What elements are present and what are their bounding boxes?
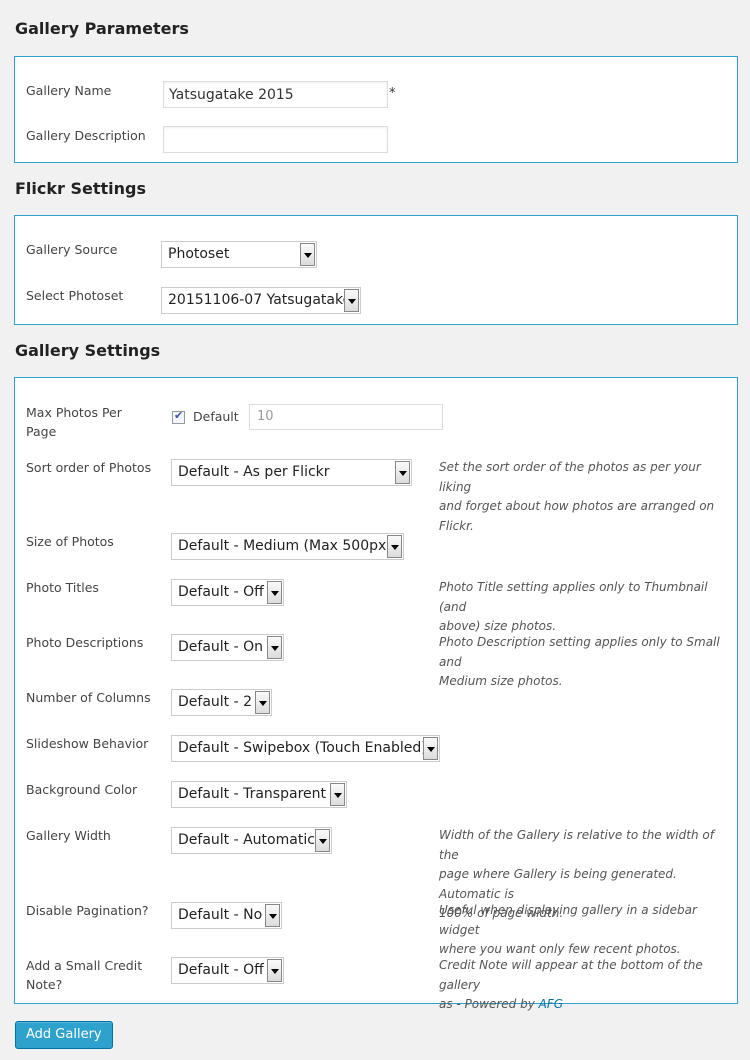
gallery-name-label: Gallery Name — [26, 83, 112, 98]
credit-note-label-line2: Note? — [26, 977, 63, 992]
chevron-down-icon — [267, 581, 282, 604]
max-photos-label-line2: Page — [26, 424, 57, 439]
photo-descriptions-value: Default - On — [178, 639, 263, 655]
sort-order-help: Set the sort order of the photos as per … — [439, 460, 715, 533]
sort-order-select[interactable]: Default - As per Flickr — [171, 459, 412, 486]
chevron-down-icon — [265, 904, 280, 927]
chevron-down-icon — [330, 783, 345, 806]
background-color-select[interactable]: Default - Transparent — [171, 781, 347, 808]
photo-titles-select[interactable]: Default - Off — [171, 579, 284, 606]
gallery-name-input[interactable] — [163, 81, 388, 108]
max-photos-input[interactable]: 10 — [249, 404, 443, 430]
chevron-down-icon — [315, 829, 330, 852]
gallery-width-label: Gallery Width — [26, 828, 111, 843]
chevron-down-icon — [387, 535, 402, 558]
chevron-down-icon — [267, 959, 282, 982]
chevron-down-icon — [255, 691, 270, 714]
disable-pagination-help: Useful when displaying gallery in a side… — [439, 903, 697, 956]
credit-note-select[interactable]: Default - Off — [171, 957, 284, 984]
photo-descriptions-select[interactable]: Default - On — [171, 634, 284, 661]
photo-titles-help: Photo Title setting applies only to Thum… — [439, 580, 708, 633]
disable-pagination-select[interactable]: Default - No — [171, 902, 282, 929]
required-marker: * — [389, 86, 396, 101]
sort-order-value: Default - As per Flickr — [178, 464, 330, 480]
photo-descriptions-help: Photo Description setting applies only t… — [439, 635, 720, 688]
photo-descriptions-label: Photo Descriptions — [26, 635, 144, 650]
flickr-settings-heading: Flickr Settings — [15, 179, 147, 198]
chevron-down-icon — [395, 461, 410, 484]
chevron-down-icon — [267, 636, 282, 659]
default-checkbox[interactable] — [172, 409, 185, 424]
max-photos-label: Max Photos Per — [26, 405, 122, 420]
gallery-description-input[interactable] — [163, 126, 388, 153]
number-of-columns-select[interactable]: Default - 2 — [171, 689, 272, 716]
chevron-down-icon — [300, 243, 315, 266]
number-of-columns-label: Number of Columns — [26, 690, 151, 705]
credit-note-value: Default - Off — [178, 962, 264, 978]
gallery-width-select[interactable]: Default - Automatic — [171, 827, 332, 854]
disable-pagination-value: Default - No — [178, 907, 263, 923]
credit-note-help: Credit Note will appear at the bottom of… — [439, 958, 703, 1011]
select-photoset-label: Select Photoset — [26, 288, 124, 303]
gallery-description-label: Gallery Description — [26, 128, 146, 143]
background-color-label: Background Color — [26, 782, 138, 797]
gallery-width-value: Default - Automatic — [178, 832, 315, 848]
sort-order-label: Sort order of Photos — [26, 460, 152, 475]
gallery-parameters-panel: Gallery Name * Gallery Description — [14, 56, 738, 163]
gallery-parameters-heading: Gallery Parameters — [15, 19, 189, 38]
photoset-select[interactable]: 20151106-07 Yatsugatake — [161, 287, 361, 314]
gallery-source-label: Gallery Source — [26, 242, 118, 257]
gallery-settings-heading: Gallery Settings — [15, 341, 161, 360]
default-checkbox-label: Default — [193, 409, 239, 424]
gallery-source-value: Photoset — [168, 246, 230, 262]
add-gallery-button[interactable]: Add Gallery — [15, 1021, 113, 1049]
photo-titles-value: Default - Off — [178, 584, 264, 600]
size-of-photos-label: Size of Photos — [26, 534, 114, 549]
slideshow-behavior-label: Slideshow Behavior — [26, 736, 149, 751]
chevron-down-icon — [344, 289, 359, 312]
photo-titles-label: Photo Titles — [26, 580, 99, 595]
afg-link[interactable]: AFG — [539, 997, 563, 1011]
flickr-settings-panel: Gallery Source Photoset Select Photoset … — [14, 215, 738, 325]
credit-note-label: Add a Small Credit — [26, 958, 143, 973]
gallery-settings-panel: Max Photos Per Page Default 10 Sort orde… — [14, 377, 738, 1011]
size-of-photos-value: Default - Medium (Max 500px) — [178, 538, 392, 554]
number-of-columns-value: Default - 2 — [178, 694, 253, 710]
disable-pagination-label: Disable Pagination? — [26, 903, 149, 918]
size-of-photos-select[interactable]: Default - Medium (Max 500px) — [171, 533, 404, 560]
photoset-value: 20151106-07 Yatsugatake — [168, 292, 352, 308]
slideshow-behavior-value: Default - Swipebox (Touch Enabled) — [178, 740, 427, 756]
chevron-down-icon — [423, 737, 438, 760]
gallery-source-select[interactable]: Photoset — [161, 241, 317, 268]
slideshow-behavior-select[interactable]: Default - Swipebox (Touch Enabled) — [171, 735, 440, 762]
background-color-value: Default - Transparent — [178, 786, 326, 802]
